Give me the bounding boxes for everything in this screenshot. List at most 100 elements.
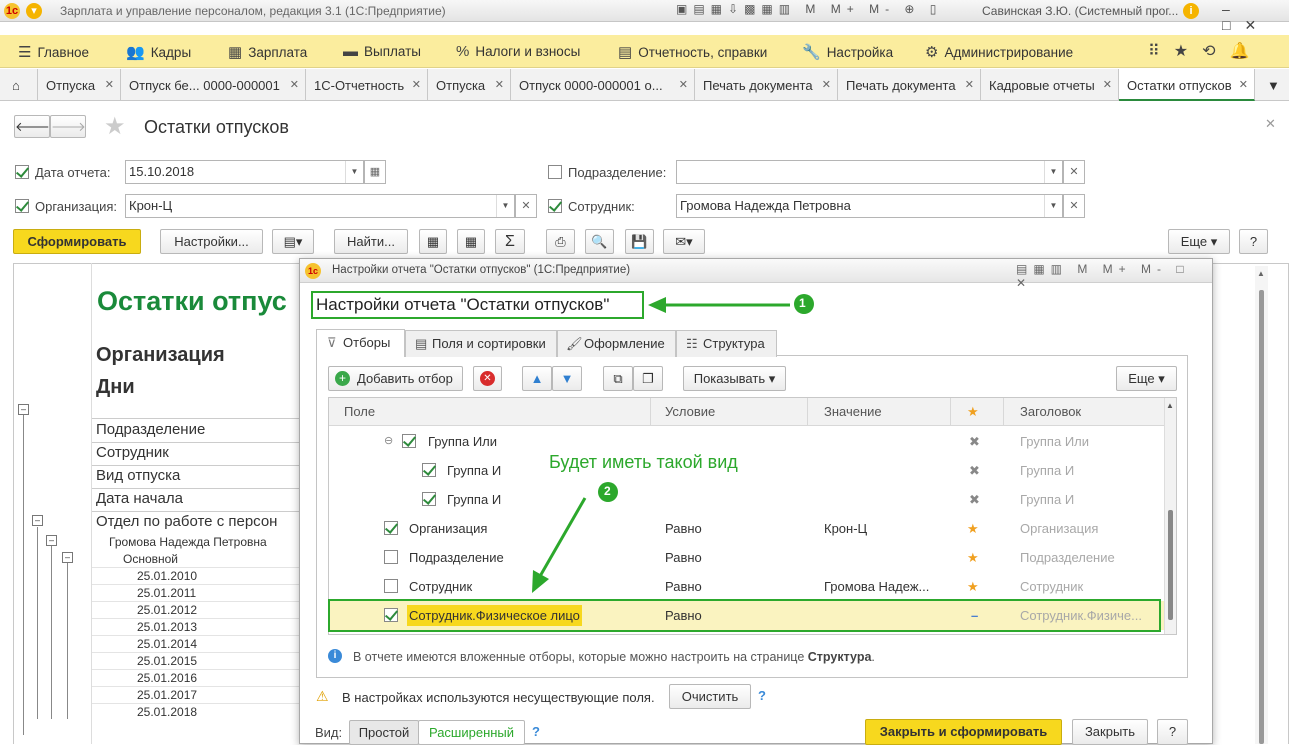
settings-button[interactable]: Настройки... bbox=[160, 229, 263, 254]
info-icon[interactable]: i bbox=[1183, 3, 1199, 19]
menu-settings[interactable]: 🔧 Настройка bbox=[802, 43, 893, 61]
close-icon[interactable]: ✕ bbox=[679, 78, 688, 91]
remove-icon[interactable]: ✖ bbox=[969, 434, 980, 450]
email-button[interactable]: ✉▾ bbox=[663, 229, 705, 254]
org-clear-button[interactable]: ✕ bbox=[515, 194, 537, 218]
dept-checkbox[interactable] bbox=[548, 165, 562, 179]
close-icon[interactable]: ✕ bbox=[105, 78, 114, 91]
view-simple-button[interactable]: Простой bbox=[349, 720, 419, 745]
close-icon[interactable]: ✕ bbox=[965, 78, 974, 91]
expand-button[interactable]: ▦ bbox=[419, 229, 447, 254]
collapse-icon[interactable]: – bbox=[18, 404, 29, 415]
report-scrollbar[interactable]: ▲ bbox=[1255, 266, 1268, 744]
star-icon[interactable]: ★ bbox=[967, 579, 979, 595]
employee-checkbox[interactable] bbox=[548, 199, 562, 213]
tabs-menu-button[interactable]: ▼ bbox=[1255, 69, 1289, 101]
chevron-up-icon[interactable]: ▲ bbox=[1257, 269, 1265, 278]
tab-8[interactable]: Кадровые отчеты ✕ bbox=[981, 69, 1119, 101]
chevron-down-icon[interactable]: ▼ bbox=[1044, 195, 1062, 217]
chevron-up-icon[interactable]: ▲ bbox=[1166, 401, 1174, 410]
dialog-help-button[interactable]: ? bbox=[1157, 719, 1188, 745]
show-button[interactable]: Показывать ▾ bbox=[683, 366, 786, 391]
table-row[interactable]: Группа И ✖ Группа И bbox=[329, 485, 1164, 514]
table-row[interactable]: Организация Равно Крон-Ц ★ Организация bbox=[329, 514, 1164, 543]
titlebar-tools[interactable]: ▣▤▦⇩▩▦▥ M M+ M- ⊕ ▯ bbox=[676, 2, 942, 16]
chevron-down-icon[interactable]: ▼ bbox=[345, 161, 363, 183]
date-checkbox[interactable] bbox=[15, 165, 29, 179]
find-button[interactable]: Найти... bbox=[334, 229, 408, 254]
generate-button[interactable]: Сформировать bbox=[13, 229, 141, 254]
dialog-tools[interactable]: ▤▦▥ M M+ M- □ ✕ bbox=[1016, 262, 1212, 290]
menu-payments[interactable]: ▬ Выплаты bbox=[343, 43, 421, 60]
tab-filters[interactable]: ⊽ Отборы bbox=[316, 329, 405, 357]
tab-fields-sorting[interactable]: ▤ Поля и сортировки bbox=[405, 330, 557, 357]
menu-hr[interactable]: 👥 Кадры bbox=[126, 43, 191, 61]
move-down-button[interactable]: ▼ bbox=[552, 366, 582, 391]
preview-button[interactable]: 🔍 bbox=[585, 229, 614, 254]
scrollbar-thumb[interactable] bbox=[1168, 510, 1173, 620]
remove-icon[interactable]: ✖ bbox=[969, 492, 980, 508]
row-checkbox[interactable] bbox=[402, 434, 416, 448]
calendar-button[interactable]: ▦ bbox=[364, 160, 386, 184]
home-tab[interactable]: ⌂ bbox=[0, 69, 38, 101]
help-icon[interactable]: ? bbox=[532, 724, 540, 739]
tab-1[interactable]: Отпуска ✕ bbox=[38, 69, 121, 101]
close-page-icon[interactable]: ✕ bbox=[1265, 116, 1276, 132]
add-filter-button[interactable]: + Добавить отбор bbox=[328, 366, 463, 391]
move-up-button[interactable]: ▲ bbox=[522, 366, 552, 391]
close-icon[interactable]: ✕ bbox=[822, 78, 831, 91]
forward-button[interactable]: 🡒 bbox=[50, 115, 86, 138]
chevron-down-icon[interactable]: ▼ bbox=[1044, 161, 1062, 183]
close-and-generate-button[interactable]: Закрыть и сформировать bbox=[865, 719, 1062, 745]
collapse-icon[interactable]: – bbox=[32, 515, 43, 526]
menu-admin[interactable]: ⚙ Администрирование bbox=[925, 43, 1073, 61]
star-icon[interactable]: ★ bbox=[967, 521, 979, 537]
table-row[interactable]: Группа И ✖ Группа И bbox=[329, 456, 1164, 485]
tab-structure[interactable]: ☷ Структура bbox=[676, 330, 777, 357]
tab-9-active[interactable]: Остатки отпусков ✕ bbox=[1119, 69, 1255, 101]
row-checkbox[interactable] bbox=[384, 579, 398, 593]
collapse-icon[interactable]: – bbox=[62, 552, 73, 563]
row-checkbox[interactable] bbox=[422, 463, 436, 477]
delete-filter-button[interactable]: ✕ bbox=[473, 366, 502, 391]
structure-link[interactable]: Структура bbox=[808, 650, 872, 664]
collapse-icon[interactable]: – bbox=[46, 535, 57, 546]
star-icon[interactable]: ★ bbox=[967, 550, 979, 566]
help-button[interactable]: ? bbox=[1239, 229, 1268, 254]
back-button[interactable]: 🡐 bbox=[14, 115, 50, 138]
grid-scrollbar[interactable]: ▲ bbox=[1164, 398, 1176, 634]
tab-7[interactable]: Печать документа ✕ bbox=[838, 69, 981, 101]
close-icon[interactable]: ✕ bbox=[1239, 78, 1248, 91]
menu-main[interactable]: ☰ Главное bbox=[18, 43, 89, 61]
row-checkbox[interactable] bbox=[384, 521, 398, 535]
tab-2[interactable]: Отпуск бе... 0000-000001 ✕ bbox=[121, 69, 306, 101]
row-checkbox[interactable] bbox=[422, 492, 436, 506]
variant-button[interactable]: ▤▾ bbox=[272, 229, 314, 254]
close-icon[interactable]: ✕ bbox=[1103, 78, 1112, 91]
date-input[interactable]: 15.10.2018 ▼ bbox=[125, 160, 364, 184]
ungroup-button[interactable]: ❐ bbox=[633, 366, 663, 391]
row-checkbox[interactable] bbox=[384, 550, 398, 564]
tab-5[interactable]: Отпуск 0000-000001 о... ✕ bbox=[511, 69, 695, 101]
tab-3[interactable]: 1С-Отчетность ✕ bbox=[306, 69, 428, 101]
tab-6[interactable]: Печать документа ✕ bbox=[695, 69, 838, 101]
help-icon[interactable]: ? bbox=[758, 688, 766, 703]
favorite-star-icon[interactable]: ★ bbox=[104, 112, 126, 141]
collapse-button[interactable]: ▦ bbox=[457, 229, 485, 254]
close-icon[interactable]: ✕ bbox=[290, 78, 299, 91]
tab-appearance[interactable]: 🖌 Оформление bbox=[557, 330, 676, 357]
window-controls[interactable]: –□✕ bbox=[1222, 1, 1289, 34]
print-button[interactable]: ⎙ bbox=[546, 229, 575, 254]
close-button[interactable]: Закрыть bbox=[1072, 719, 1148, 745]
table-row[interactable]: Сотрудник Равно Громова Надеж... ★ Сотру… bbox=[329, 572, 1164, 601]
menu-reports[interactable]: ▤ Отчетность, справки bbox=[618, 43, 767, 61]
table-row[interactable]: ⊖ Группа Или ✖ Группа Или bbox=[329, 427, 1164, 456]
close-icon[interactable]: ✕ bbox=[495, 78, 504, 91]
dept-input[interactable]: ▼ bbox=[676, 160, 1063, 184]
chevron-down-icon[interactable]: ▼ bbox=[496, 195, 514, 217]
collapse-icon[interactable]: ⊖ bbox=[384, 434, 393, 447]
table-row[interactable]: Подразделение Равно ★ Подразделение bbox=[329, 543, 1164, 572]
employee-input[interactable]: Громова Надежда Петровна ▼ bbox=[676, 194, 1063, 218]
group-button[interactable]: ⧉ bbox=[603, 366, 633, 391]
dialog-more-button[interactable]: Еще ▾ bbox=[1116, 366, 1177, 391]
